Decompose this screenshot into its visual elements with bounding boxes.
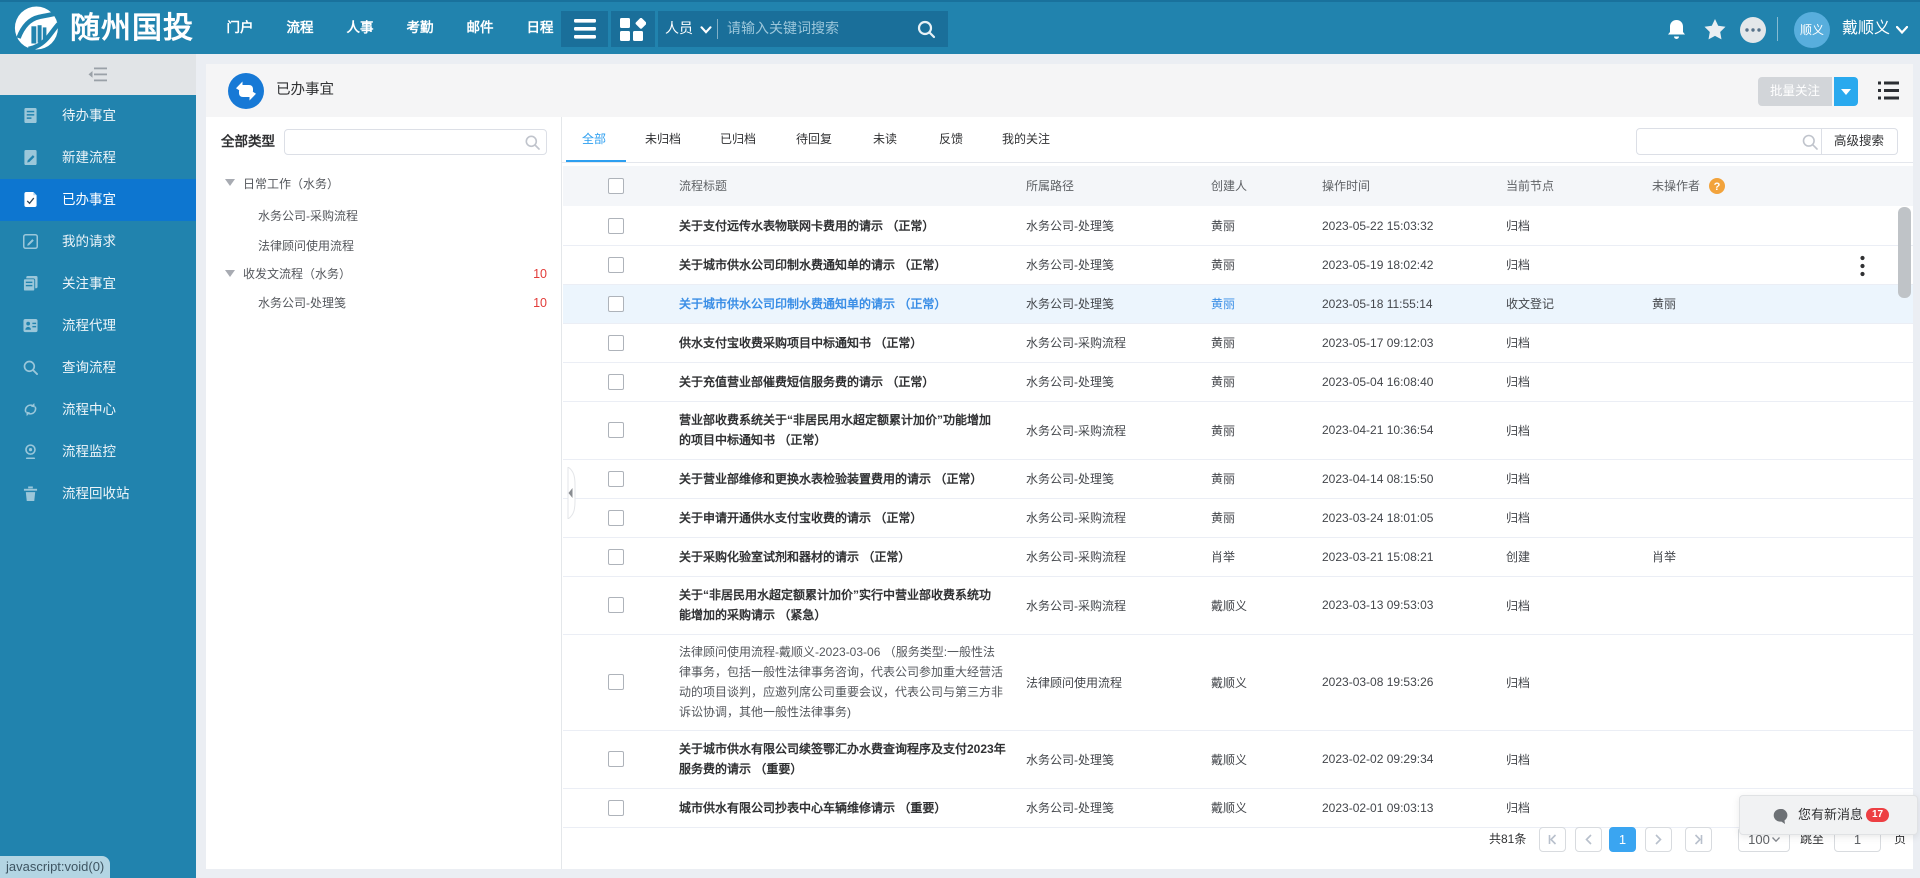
svg-text:?: ?	[1714, 181, 1721, 193]
